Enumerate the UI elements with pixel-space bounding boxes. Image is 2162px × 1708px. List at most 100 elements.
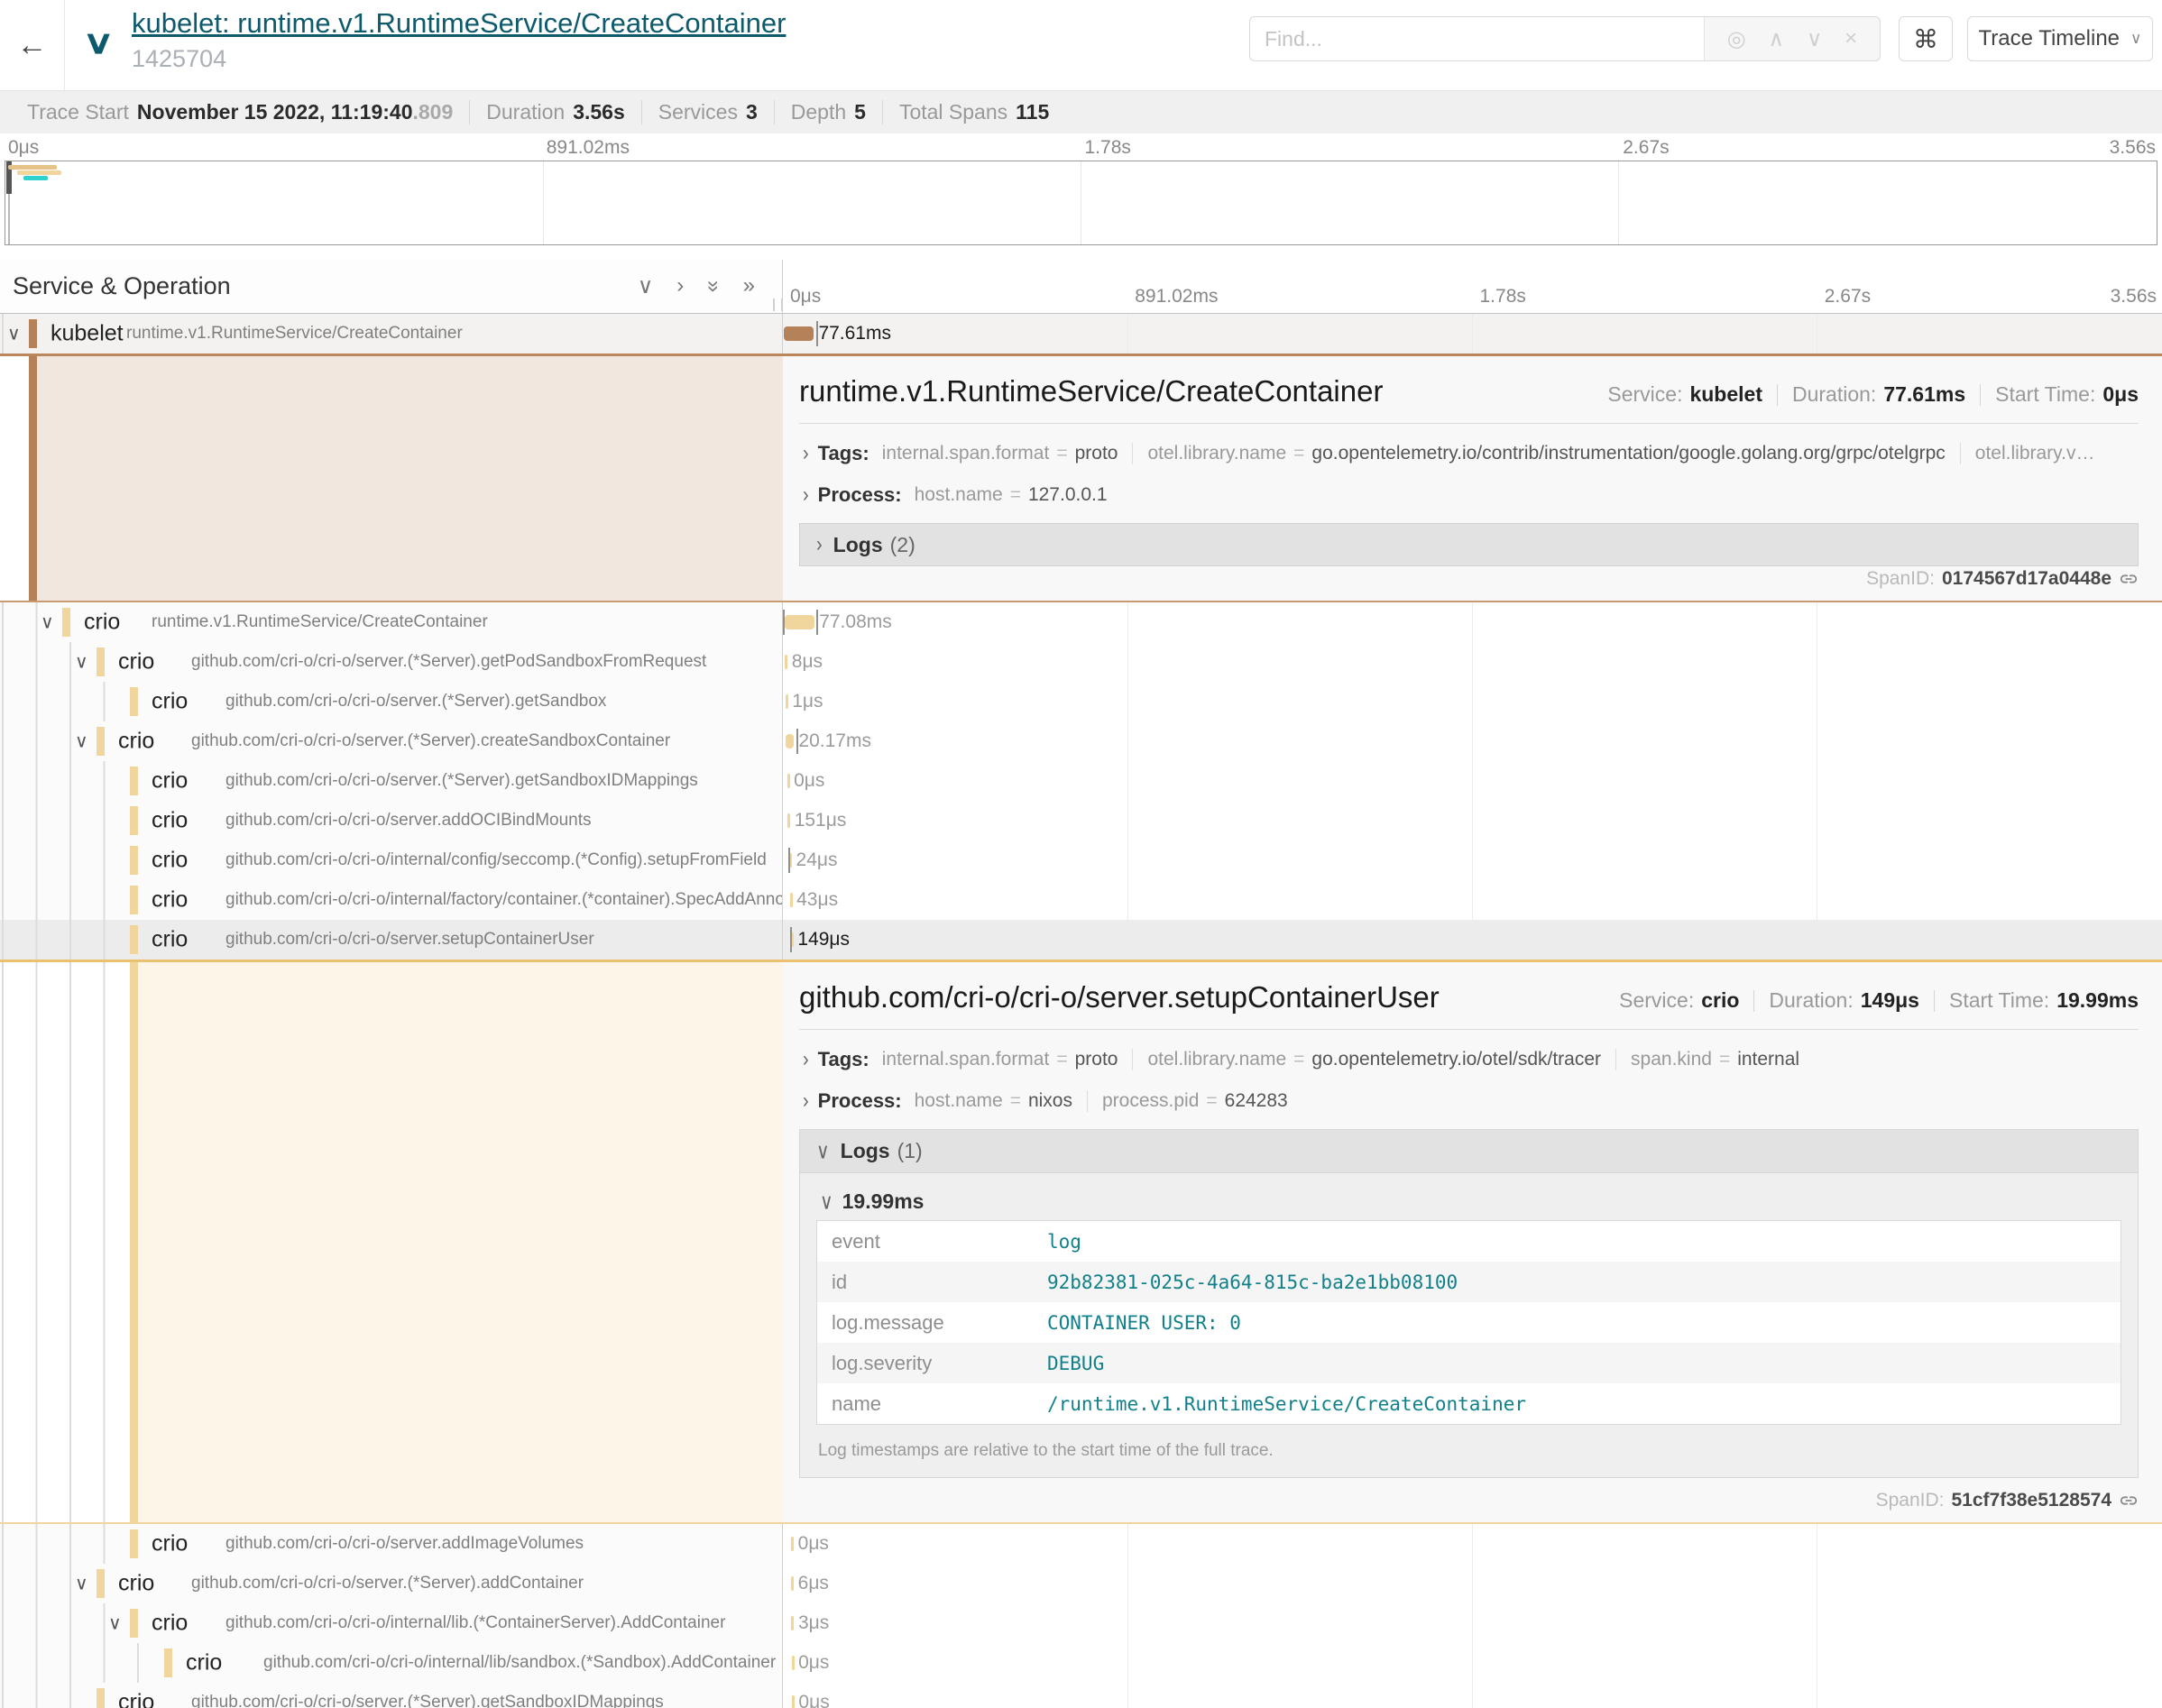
service-name[interactable]: crio	[118, 1690, 154, 1708]
indent-guides	[2, 1643, 140, 1683]
service-name[interactable]: crio	[118, 1571, 154, 1597]
span-timeline-cell[interactable]: 6μs	[783, 1564, 2162, 1603]
span-timeline-cell[interactable]: 0μs	[783, 1524, 2162, 1564]
logs-accordion[interactable]: ∨ Logs (1)	[800, 1130, 2138, 1173]
span-timeline-cell[interactable]: 0μs	[783, 761, 2162, 801]
locate-icon[interactable]: ◎	[1727, 26, 1746, 52]
span-timeline-cell[interactable]: 149μs	[783, 920, 2162, 960]
service-name[interactable]: crio	[152, 887, 188, 914]
copy-link-icon[interactable]	[2119, 569, 2139, 589]
span-timeline-cell[interactable]: 8μs	[783, 642, 2162, 682]
trace-title-chevron-down-icon[interactable]: ∨	[82, 23, 115, 61]
find-next-icon[interactable]: ∨	[1807, 26, 1823, 52]
process-row[interactable]: › Process: host.name=nixos process.pid=6…	[799, 1080, 2139, 1122]
span-bar	[785, 615, 814, 629]
find-clear-icon[interactable]: ×	[1845, 26, 1857, 51]
service-name[interactable]: crio	[186, 1650, 222, 1676]
span-bar	[792, 1656, 795, 1670]
service-name[interactable]: crio	[84, 610, 120, 636]
minimap-ruler: 0μs 891.02ms 1.78s 2.67s 3.56s	[5, 133, 2157, 161]
process-chip: host.name=nixos	[915, 1090, 1087, 1112]
tag-chip: span.kind=internal	[1615, 1049, 1814, 1070]
span-timeline-cell[interactable]: 77.08ms	[783, 602, 2162, 642]
find-prev-icon[interactable]: ∧	[1768, 26, 1784, 52]
logs-accordion[interactable]: › Logs (2)	[799, 523, 2139, 566]
collapse-chevron-icon[interactable]: ∨	[75, 1573, 88, 1595]
tags-row[interactable]: › Tags: internal.span.format=proto otel.…	[799, 1039, 2139, 1080]
process-chip: host.name=127.0.0.1	[915, 484, 1122, 506]
span-timeline-cell[interactable]: 0μs	[783, 1683, 2162, 1708]
expand-one-icon[interactable]: ›	[676, 273, 684, 299]
span-boundary-tick	[790, 927, 792, 952]
service-name[interactable]: crio	[152, 1611, 188, 1637]
collapse-one-icon[interactable]: ∨	[638, 273, 654, 299]
copy-link-icon[interactable]	[2119, 1491, 2139, 1511]
tag-chip: otel.library.name=go.opentelemetry.io/co…	[1132, 443, 1959, 464]
log-field-row: id92b82381-025c-4a64-815c-ba2e1bb08100	[817, 1262, 2121, 1302]
span-row[interactable]: crio github.com/cri-o/cri-o/internal/con…	[0, 840, 2162, 880]
span-row[interactable]: ∨ crio runtime.v1.RuntimeService/CreateC…	[0, 602, 2162, 642]
span-row[interactable]: crio github.com/cri-o/cri-o/server.(*Ser…	[0, 761, 2162, 801]
span-row[interactable]: crio github.com/cri-o/cri-o/internal/fac…	[0, 880, 2162, 920]
find-input[interactable]	[1249, 16, 1704, 61]
span-row[interactable]: crio github.com/cri-o/cri-o/internal/lib…	[0, 1643, 2162, 1683]
service-operation-header: Service & Operation	[13, 272, 231, 300]
tags-row[interactable]: › Tags: internal.span.format=proto otel.…	[799, 433, 2139, 474]
span-row[interactable]: ∨ crio github.com/cri-o/cri-o/server.(*S…	[0, 642, 2162, 682]
timeline-ruler: 0μs 891.02ms 1.78s 2.67s 3.56s	[783, 260, 2162, 313]
collapse-chevron-icon[interactable]: ∨	[75, 651, 88, 674]
span-row[interactable]: crio github.com/cri-o/cri-o/server.addIm…	[0, 1524, 2162, 1564]
tag-chip: internal.span.format=proto	[882, 1049, 1133, 1070]
service-name[interactable]: crio	[152, 927, 188, 953]
detail-service: kubelet	[1689, 382, 1762, 407]
service-color-strip	[130, 687, 138, 716]
trace-view-selector[interactable]: Trace Timeline ∨	[1967, 16, 2153, 61]
span-timeline-cell[interactable]: 3μs	[783, 1603, 2162, 1643]
span-row[interactable]: crio github.com/cri-o/cri-o/server.addOC…	[0, 801, 2162, 840]
process-row[interactable]: › Process: host.name=127.0.0.1	[799, 474, 2139, 516]
service-name[interactable]: crio	[118, 649, 154, 675]
service-color-strip	[29, 319, 37, 348]
trace-title-link[interactable]: kubelet: runtime.v1.RuntimeService/Creat…	[132, 7, 786, 40]
trace-view-selector-label: Trace Timeline	[1979, 26, 2121, 51]
span-row[interactable]: ∨ crio github.com/cri-o/cri-o/internal/l…	[0, 1603, 2162, 1643]
service-name[interactable]: kubelet	[51, 321, 124, 347]
log-field-row: log.messageCONTAINER USER: 0	[817, 1302, 2121, 1343]
log-timestamp: 19.99ms	[842, 1189, 925, 1214]
span-timeline-cell[interactable]: 0μs	[783, 1643, 2162, 1683]
span-timeline-cell[interactable]: 43μs	[783, 880, 2162, 920]
minimap-canvas[interactable]	[5, 161, 2157, 245]
span-timeline-cell[interactable]: 20.17ms	[783, 721, 2162, 761]
service-name[interactable]: crio	[152, 768, 188, 794]
span-duration: 149μs	[797, 929, 850, 950]
span-boundary-tick	[816, 321, 818, 346]
span-row[interactable]: crio github.com/cri-o/cri-o/server.(*Ser…	[0, 682, 2162, 721]
span-timeline-cell[interactable]: 1μs	[783, 682, 2162, 721]
service-color-strip	[130, 1529, 138, 1558]
span-timeline-cell[interactable]: 77.61ms	[783, 314, 2162, 354]
trace-summary-bar: Trace Start November 15 2022, 11:19:40.8…	[0, 90, 2162, 133]
collapse-chevron-icon[interactable]: ∨	[108, 1612, 122, 1635]
service-name[interactable]: crio	[152, 808, 188, 834]
back-button[interactable]: ←	[0, 0, 65, 90]
service-name[interactable]: crio	[152, 848, 188, 874]
expand-all-icon[interactable]: »	[743, 273, 755, 299]
collapse-all-icon[interactable]: »	[700, 280, 726, 292]
span-row[interactable]: ∨ kubelet runtime.v1.RuntimeService/Crea…	[0, 314, 2162, 354]
span-timeline-cell[interactable]: 151μs	[783, 801, 2162, 840]
service-name[interactable]: crio	[152, 1531, 188, 1557]
service-name[interactable]: crio	[152, 689, 188, 715]
service-name[interactable]: crio	[118, 729, 154, 755]
keyboard-shortcuts-button[interactable]: ⌘	[1899, 16, 1953, 61]
span-row[interactable]: crio github.com/cri-o/cri-o/server.setup…	[0, 920, 2162, 960]
collapse-chevron-icon[interactable]: ∨	[7, 323, 21, 345]
span-row[interactable]: ∨ crio github.com/cri-o/cri-o/server.(*S…	[0, 721, 2162, 761]
log-entry-toggle[interactable]: ∨ 19.99ms	[816, 1182, 2121, 1220]
span-row[interactable]: ∨ crio github.com/cri-o/cri-o/server.(*S…	[0, 1564, 2162, 1603]
collapse-chevron-icon[interactable]: ∨	[41, 611, 54, 634]
span-detail-row: runtime.v1.RuntimeService/CreateContaine…	[0, 354, 2162, 602]
collapse-chevron-icon[interactable]: ∨	[75, 730, 88, 753]
span-row[interactable]: crio github.com/cri-o/cri-o/server.(*Ser…	[0, 1683, 2162, 1708]
indent-guides	[2, 682, 106, 721]
span-timeline-cell[interactable]: 24μs	[783, 840, 2162, 880]
